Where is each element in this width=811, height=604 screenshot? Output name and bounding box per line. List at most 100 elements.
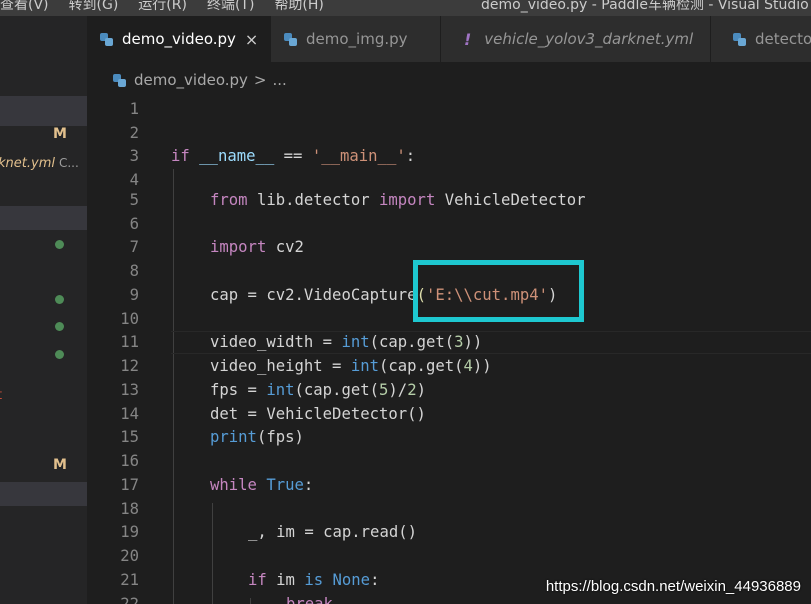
code-token: int	[266, 381, 295, 399]
code-token: import	[210, 238, 267, 256]
close-icon[interactable]: ×	[245, 30, 258, 49]
code-token: int	[350, 357, 379, 375]
code-token: fps =	[210, 381, 267, 399]
code-token: VehicleDetector	[435, 191, 586, 209]
code-token: read	[360, 523, 399, 541]
code-line: video_width = int(cap.get(3))	[87, 331, 811, 355]
code-token: ()	[407, 405, 426, 423]
code-token: is	[304, 571, 324, 589]
line-number: 2	[87, 122, 811, 146]
code-token: ))	[472, 357, 492, 375]
code-token: :	[405, 147, 416, 165]
code-token: video_height =	[210, 357, 351, 375]
tab-label: demo_video.py	[122, 30, 236, 48]
tab-demo-video[interactable]: demo_video.py ×	[87, 16, 271, 62]
explorer-sidebar: M knet.ymlC... t M	[0, 16, 87, 604]
line-number-text: 6	[129, 215, 139, 233]
code-token: (cap.	[294, 381, 342, 399]
code-token: get	[425, 357, 455, 375]
line-number-text: 10	[120, 310, 139, 328]
tab-demo-img[interactable]: demo_img.py	[271, 16, 441, 62]
breadcrumb-symbol[interactable]: ...	[273, 71, 287, 89]
explorer-file-item[interactable]: knet.yml C...	[0, 156, 79, 171]
code-token: det =	[210, 405, 267, 423]
code-line: video_height = int(cap.get(4))	[87, 355, 811, 379]
line-number-text: 1	[129, 100, 139, 118]
code-token: cv2	[266, 238, 304, 256]
line-number: 1	[87, 98, 811, 122]
line-number-text: 8	[129, 262, 139, 280]
menu-run[interactable]: 运行(R)	[138, 0, 187, 13]
code-token: VideoCapture	[303, 286, 417, 304]
code-line: print(fps)	[87, 426, 811, 450]
tab-detector[interactable]: detector	[711, 16, 811, 62]
breadcrumb: demo_video.py > ...	[87, 62, 811, 98]
code-token: (	[369, 381, 380, 399]
code-token: cap = cv2.	[210, 286, 304, 304]
git-status-dot	[55, 350, 64, 359]
code-token: ()	[398, 523, 418, 541]
code-token: lib.detector	[247, 191, 379, 209]
line-number: 20	[87, 545, 811, 569]
code-token: ))	[463, 333, 483, 351]
menu-goto[interactable]: 转到(G)	[69, 0, 119, 13]
code-token: int	[341, 333, 370, 351]
explorer-row-highlight[interactable]	[0, 206, 87, 230]
window-title: demo_video.py - Paddle车辆检测 - Visual Stud…	[481, 0, 811, 13]
git-status-dot	[55, 322, 64, 331]
line-number-text: 2	[129, 124, 139, 142]
code-line: while True:	[87, 474, 811, 498]
line-number-text: 18	[120, 500, 139, 518]
code-token: (	[444, 333, 455, 351]
code-line: det = VehicleDetector()	[87, 403, 811, 427]
breadcrumb-separator: >	[253, 71, 267, 89]
menu-view[interactable]: 查看(V)	[0, 0, 49, 13]
code-token: get	[341, 381, 370, 399]
explorer-row-highlight[interactable]	[0, 482, 87, 506]
code-token: None	[323, 571, 371, 589]
tab-bar: demo_video.py × demo_img.py ! vehicle_yo…	[87, 16, 811, 62]
menu-terminal[interactable]: 终端(T)	[207, 0, 254, 13]
code-token: im	[266, 571, 305, 589]
code-token: 4	[463, 357, 473, 375]
code-token: :	[303, 476, 314, 494]
code-token: while	[210, 476, 257, 494]
code-token: (cap.	[379, 357, 426, 375]
code-token: 5	[379, 381, 389, 399]
code-token: )/	[388, 381, 408, 399]
code-token: )	[416, 381, 426, 399]
menu-help[interactable]: 帮助(H)	[274, 0, 323, 13]
python-icon	[284, 32, 297, 46]
modified-badge: M	[53, 457, 67, 473]
code-token: from	[210, 191, 248, 209]
code-token: (cap.	[369, 333, 417, 351]
yaml-icon: !	[464, 29, 472, 49]
python-icon	[733, 32, 746, 46]
watermark: https://blog.csdn.net/weixin_44936889	[545, 578, 801, 595]
python-icon	[100, 32, 113, 46]
code-token: 2	[407, 381, 417, 399]
line-number-text: 20	[120, 547, 139, 565]
code-token: break	[286, 595, 333, 604]
code-editor[interactable]: 1 2 3 4 5 6 7 8 9 10 11 12 13 14 15 16 17 18 19 20 21 22 if _…	[87, 98, 811, 604]
breadcrumb-file[interactable]: demo_video.py	[134, 71, 248, 89]
code-line: from lib.detector import VehicleDetector	[87, 189, 811, 213]
tab-vehicle-yml[interactable]: ! vehicle_yolov3_darknet.yml	[441, 16, 711, 62]
code-token: :	[370, 571, 380, 589]
modified-badge: M	[53, 126, 67, 142]
code-line: import cv2	[87, 236, 811, 260]
explorer-fragment-text: t	[0, 388, 2, 403]
code-token: ==	[274, 147, 312, 165]
code-token: 3	[454, 333, 464, 351]
tab-label: demo_img.py	[306, 30, 408, 48]
code-token: if	[248, 571, 267, 589]
code-line: if __name__ == '__main__':	[87, 145, 811, 169]
code-token: import	[379, 191, 436, 209]
explorer-row-selected[interactable]	[0, 96, 87, 126]
code-token: '__main__'	[311, 147, 406, 165]
highlight-annotation-box	[413, 260, 584, 322]
explorer-file-suffix: C...	[58, 156, 79, 170]
code-line: fps = int(cap.get(5)/2)	[87, 379, 811, 403]
line-number: 18	[87, 498, 811, 522]
code-token: _, im = cap.	[248, 523, 361, 541]
